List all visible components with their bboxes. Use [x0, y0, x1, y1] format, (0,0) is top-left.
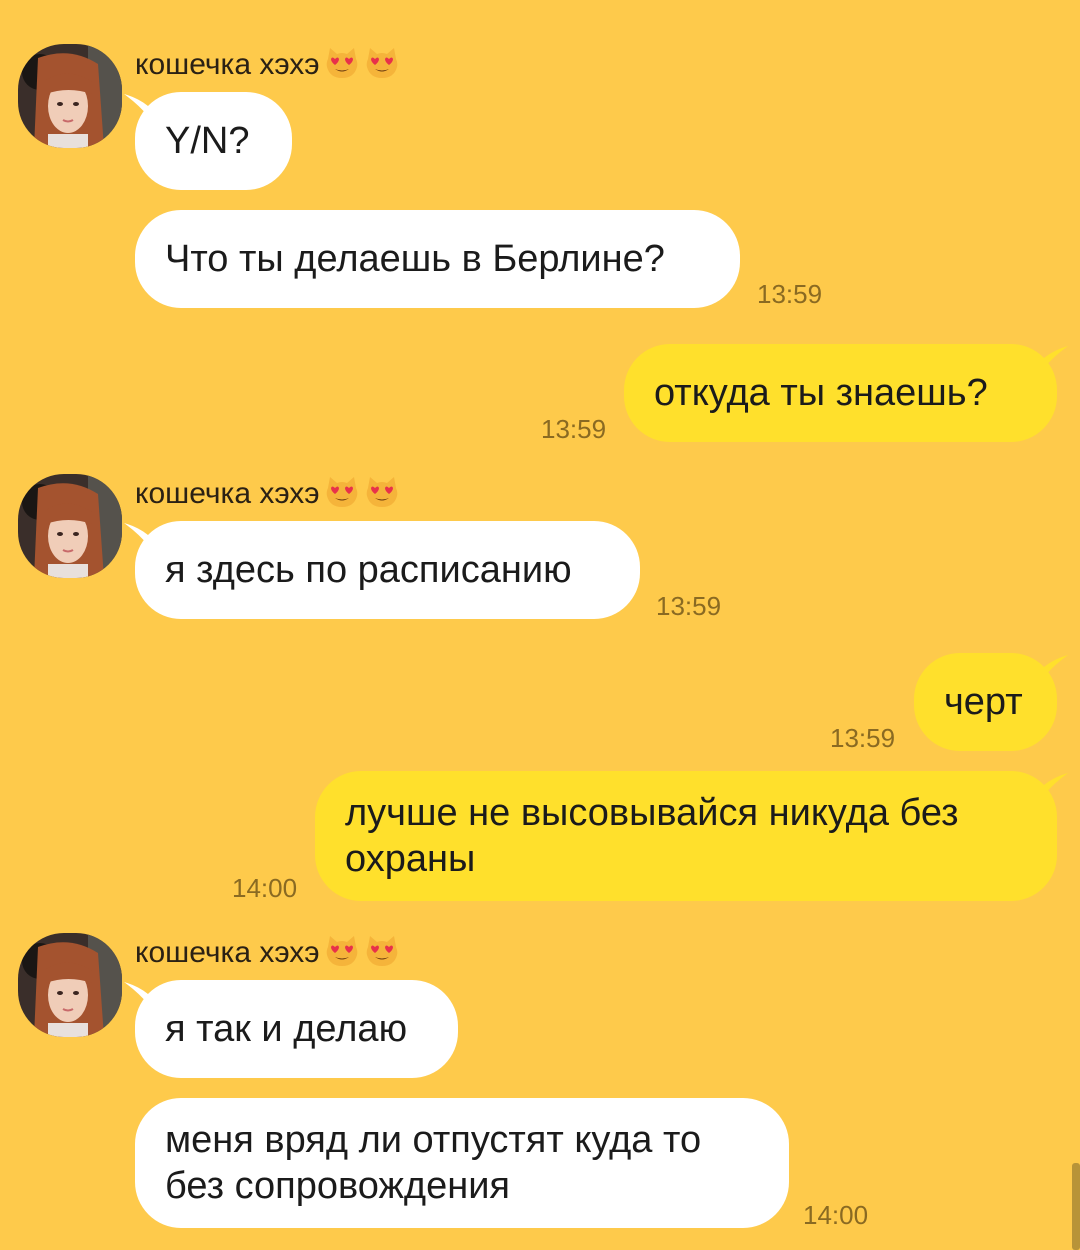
bubble-tail-outgoing: [1044, 773, 1068, 795]
heart-eyes-cat-icon: [324, 933, 360, 969]
sender-name-text: кошечка хэхэ: [135, 936, 320, 969]
message-bubble-outgoing[interactable]: откуда ты знаешь?: [624, 344, 1057, 442]
sender-avatar[interactable]: [18, 474, 122, 578]
chat-view: кошечка хэхэ Y/N? Что ты делаешь в Берли…: [0, 0, 1080, 1250]
bubble-tail-outgoing: [1044, 346, 1068, 368]
message-text: лучше не высовывайся никуда без охраны: [345, 792, 959, 880]
message-text: Y/N?: [165, 120, 250, 162]
message-bubble-incoming[interactable]: меня вряд ли отпустят куда то без сопров…: [135, 1098, 789, 1228]
sender-name: кошечка хэхэ: [135, 474, 400, 514]
bubble-tail-outgoing: [1044, 655, 1068, 677]
message-text: Что ты делаешь в Берлине?: [165, 238, 665, 280]
message-timestamp: 13:59: [541, 414, 607, 444]
heart-eyes-cat-icon: [364, 45, 400, 81]
message-timestamp: 14:00: [232, 873, 298, 903]
sender-avatar[interactable]: [18, 933, 122, 1037]
heart-eyes-cat-icon: [324, 45, 360, 81]
message-bubble-incoming[interactable]: я здесь по расписанию: [135, 521, 640, 619]
message-text: я здесь по расписанию: [165, 549, 572, 591]
message-text: я так и делаю: [165, 1008, 408, 1050]
message-timestamp: 13:59: [830, 723, 896, 753]
sender-name-text: кошечка хэхэ: [135, 48, 320, 81]
heart-eyes-cat-icon: [324, 474, 360, 510]
message-timestamp: 13:59: [656, 591, 722, 621]
sender-name: кошечка хэхэ: [135, 45, 400, 85]
message-bubble-incoming[interactable]: Что ты делаешь в Берлине?: [135, 210, 740, 308]
sender-name: кошечка хэхэ: [135, 933, 400, 973]
message-timestamp: 14:00: [803, 1200, 869, 1230]
message-bubble-incoming[interactable]: я так и делаю: [135, 980, 458, 1078]
sender-avatar[interactable]: [18, 44, 122, 148]
scrollbar[interactable]: [1072, 1163, 1080, 1250]
message-text: черт: [944, 681, 1023, 723]
message-bubble-outgoing[interactable]: лучше не высовывайся никуда без охраны: [315, 771, 1057, 901]
message-text: меня вряд ли отпустят куда то без сопров…: [165, 1119, 702, 1207]
heart-eyes-cat-icon: [364, 933, 400, 969]
message-bubble-outgoing[interactable]: черт: [914, 653, 1057, 751]
message-text: откуда ты знаешь?: [654, 372, 988, 414]
sender-name-text: кошечка хэхэ: [135, 477, 320, 510]
heart-eyes-cat-icon: [364, 474, 400, 510]
message-bubble-incoming[interactable]: Y/N?: [135, 92, 292, 190]
message-timestamp: 13:59: [757, 279, 823, 309]
